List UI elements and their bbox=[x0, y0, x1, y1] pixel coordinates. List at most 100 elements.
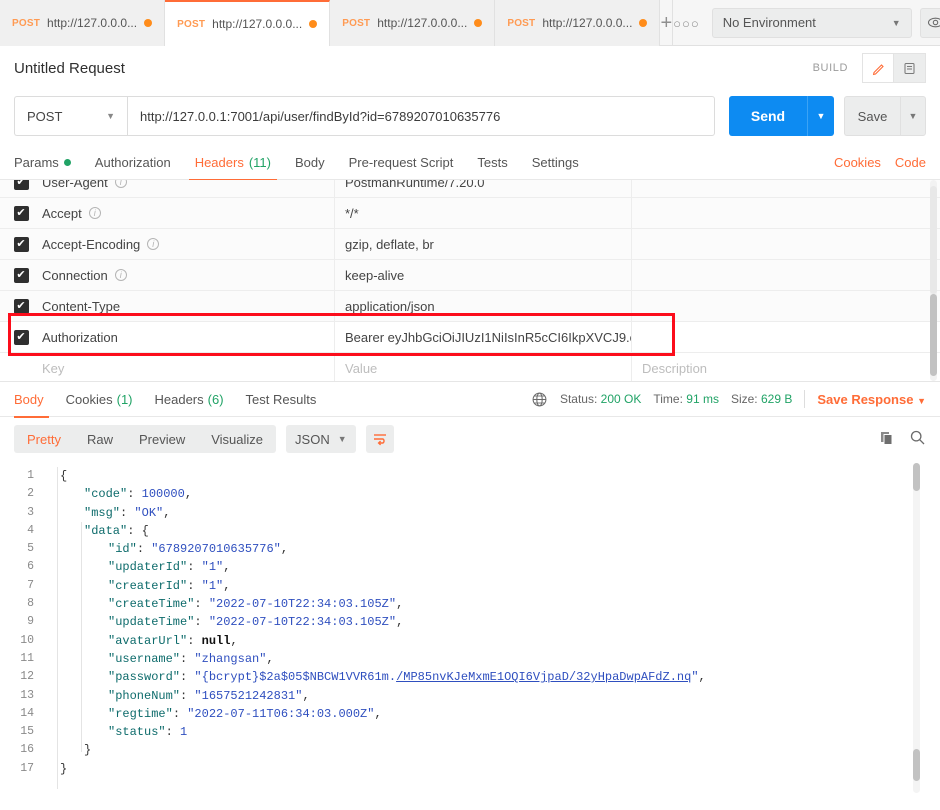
header-description-cell[interactable] bbox=[632, 229, 940, 260]
request-tab-3[interactable]: POSThttp://127.0.0.0... bbox=[330, 0, 495, 46]
header-checkbox[interactable]: ✔ bbox=[14, 237, 29, 252]
format-tab-raw[interactable]: Raw bbox=[74, 425, 126, 453]
code-line: 8"createTime": "2022-07-10T22:34:03.105Z… bbox=[0, 595, 940, 613]
table-row[interactable]: ✔ Connectioni keep-alive bbox=[0, 260, 940, 291]
info-icon[interactable]: i bbox=[115, 269, 127, 281]
environment-selector[interactable]: No Environment ▼ bbox=[712, 8, 912, 38]
tab-settings[interactable]: Settings bbox=[520, 146, 591, 180]
header-description-cell[interactable] bbox=[632, 260, 940, 291]
header-enabled-cell: ✔ bbox=[0, 299, 42, 314]
save-button[interactable]: Save bbox=[844, 96, 900, 136]
header-description-input[interactable]: Description bbox=[632, 353, 940, 383]
format-tab-visualize[interactable]: Visualize bbox=[198, 425, 276, 453]
header-checkbox[interactable]: ✔ bbox=[14, 299, 29, 314]
unsaved-indicator-icon bbox=[474, 19, 482, 27]
header-value-cell[interactable]: Bearer eyJhbGciOiJIUzI1NiIsInR5cCI6IkpXV… bbox=[335, 322, 632, 353]
format-tab-pretty[interactable]: Pretty bbox=[14, 425, 74, 453]
header-value-cell[interactable]: gzip, deflate, br bbox=[335, 229, 632, 260]
send-options-button[interactable]: ▼ bbox=[807, 96, 834, 136]
search-body-button[interactable] bbox=[909, 429, 926, 449]
table-row[interactable]: ✔ Content-Typeapplication/json bbox=[0, 291, 940, 322]
code-text: "phoneNum": "1657521242831", bbox=[46, 687, 310, 705]
tab-params[interactable]: Params bbox=[14, 146, 83, 180]
table-row[interactable]: ✔Accepti*/* bbox=[0, 198, 940, 229]
code-line: 14"regtime": "2022-07-11T06:34:03.000Z", bbox=[0, 705, 940, 723]
headers-scrollbar-thumb[interactable] bbox=[930, 186, 937, 294]
table-row[interactable]: ✔ User-Agent i PostmanRuntime/7.20.0 bbox=[0, 180, 940, 198]
header-checkbox[interactable]: ✔ bbox=[14, 330, 29, 345]
header-key-cell[interactable]: Authorization bbox=[42, 322, 335, 353]
response-body-viewer[interactable]: 1{2"code": 100000,3"msg": "OK",4"data": … bbox=[0, 461, 940, 796]
headers-scrollbar-thumb-active[interactable] bbox=[930, 294, 937, 376]
tab-headers[interactable]: Headers(11) bbox=[183, 146, 283, 180]
time-value: 91 ms bbox=[686, 392, 719, 406]
globe-icon[interactable] bbox=[531, 391, 548, 408]
info-icon[interactable]: i bbox=[147, 238, 159, 250]
header-description-cell[interactable] bbox=[632, 322, 940, 353]
request-tab-2[interactable]: POSThttp://127.0.0.0... bbox=[165, 0, 330, 46]
header-checkbox[interactable]: ✔ bbox=[14, 180, 29, 190]
save-response-button[interactable]: Save Response ▼ bbox=[817, 392, 926, 407]
header-value-input[interactable]: Value bbox=[335, 353, 632, 383]
send-button[interactable]: Send bbox=[729, 96, 807, 136]
tab-pre-request-script[interactable]: Pre-request Script bbox=[337, 146, 466, 180]
copy-button[interactable] bbox=[879, 430, 895, 449]
header-enabled-cell: ✔ bbox=[0, 180, 42, 190]
tab-tests[interactable]: Tests bbox=[465, 146, 519, 180]
header-key: User-Agent bbox=[42, 180, 108, 190]
info-icon[interactable]: i bbox=[89, 207, 101, 219]
tab-body[interactable]: Body bbox=[283, 146, 337, 180]
header-new-row[interactable]: KeyValueDescription bbox=[0, 353, 940, 382]
size-badge: Size: 629 B bbox=[731, 392, 792, 406]
header-key-cell[interactable]: Content-Type bbox=[42, 291, 335, 322]
header-value: keep-alive bbox=[345, 268, 404, 283]
request-tab-1[interactable]: POSThttp://127.0.0.0... bbox=[0, 0, 165, 46]
header-checkbox[interactable]: ✔ bbox=[14, 206, 29, 221]
tab-options-button[interactable]: ○○○ bbox=[673, 0, 700, 46]
header-checkbox[interactable]: ✔ bbox=[14, 268, 29, 283]
request-comments-button[interactable] bbox=[894, 53, 926, 83]
header-description-cell[interactable] bbox=[632, 180, 940, 198]
info-icon[interactable]: i bbox=[115, 180, 127, 188]
save-options-button[interactable]: ▼ bbox=[900, 96, 926, 136]
tab-authorization[interactable]: Authorization bbox=[83, 146, 183, 180]
request-tab-4[interactable]: POSThttp://127.0.0.0... bbox=[495, 0, 660, 46]
response-tab-test-results[interactable]: Test Results bbox=[235, 382, 328, 417]
table-row[interactable]: ✔ AuthorizationBearer eyJhbGciOiJIUzI1NiI… bbox=[0, 322, 940, 353]
edit-request-button[interactable] bbox=[862, 53, 894, 83]
new-tab-button[interactable]: + bbox=[660, 0, 673, 46]
line-number: 8 bbox=[0, 595, 46, 613]
header-key-cell[interactable]: Accepti bbox=[42, 198, 335, 229]
response-tab-body[interactable]: Body bbox=[14, 382, 55, 417]
line-number: 13 bbox=[0, 687, 46, 705]
header-key-cell[interactable]: User-Agent i bbox=[42, 180, 335, 198]
header-value-cell[interactable]: */* bbox=[335, 198, 632, 229]
cookies-link[interactable]: Cookies bbox=[834, 155, 881, 170]
response-tab-cookies[interactable]: Cookies(1) bbox=[55, 382, 144, 417]
response-tab-headers[interactable]: Headers(6) bbox=[144, 382, 235, 417]
environment-quick-look-button[interactable] bbox=[920, 8, 940, 38]
format-tab-preview[interactable]: Preview bbox=[126, 425, 198, 453]
word-wrap-button[interactable] bbox=[366, 425, 394, 453]
header-value-cell[interactable]: PostmanRuntime/7.20.0 bbox=[335, 180, 632, 198]
table-row[interactable]: ✔ Accept-Encodingigzip, deflate, br bbox=[0, 229, 940, 260]
header-key-input[interactable]: Key bbox=[42, 353, 335, 383]
tab-label: Pre-request Script bbox=[349, 155, 454, 170]
request-tab-url: http://127.0.0.0... bbox=[542, 16, 632, 30]
request-url-input[interactable]: http://127.0.0.1:7001/api/user/findById?… bbox=[127, 96, 715, 136]
code-line: 11"username": "zhangsan", bbox=[0, 650, 940, 668]
body-scrollbar-thumb[interactable] bbox=[913, 463, 920, 491]
response-language-selector[interactable]: JSON ▼ bbox=[286, 425, 356, 453]
http-method-selector[interactable]: POST ▼ bbox=[14, 96, 127, 136]
header-value-cell[interactable]: application/json bbox=[335, 291, 632, 322]
header-key: Accept bbox=[42, 206, 82, 221]
header-key-cell[interactable]: Accept-Encodingi bbox=[42, 229, 335, 260]
body-scrollbar-track[interactable] bbox=[913, 463, 920, 793]
code-text: "status": 1 bbox=[46, 723, 187, 741]
header-key-cell[interactable]: Connectioni bbox=[42, 260, 335, 291]
header-description-cell[interactable] bbox=[632, 198, 940, 229]
header-value-cell[interactable]: keep-alive bbox=[335, 260, 632, 291]
header-description-cell[interactable] bbox=[632, 291, 940, 322]
code-link[interactable]: Code bbox=[895, 155, 926, 170]
body-scrollbar-thumb-bottom[interactable] bbox=[913, 749, 920, 781]
